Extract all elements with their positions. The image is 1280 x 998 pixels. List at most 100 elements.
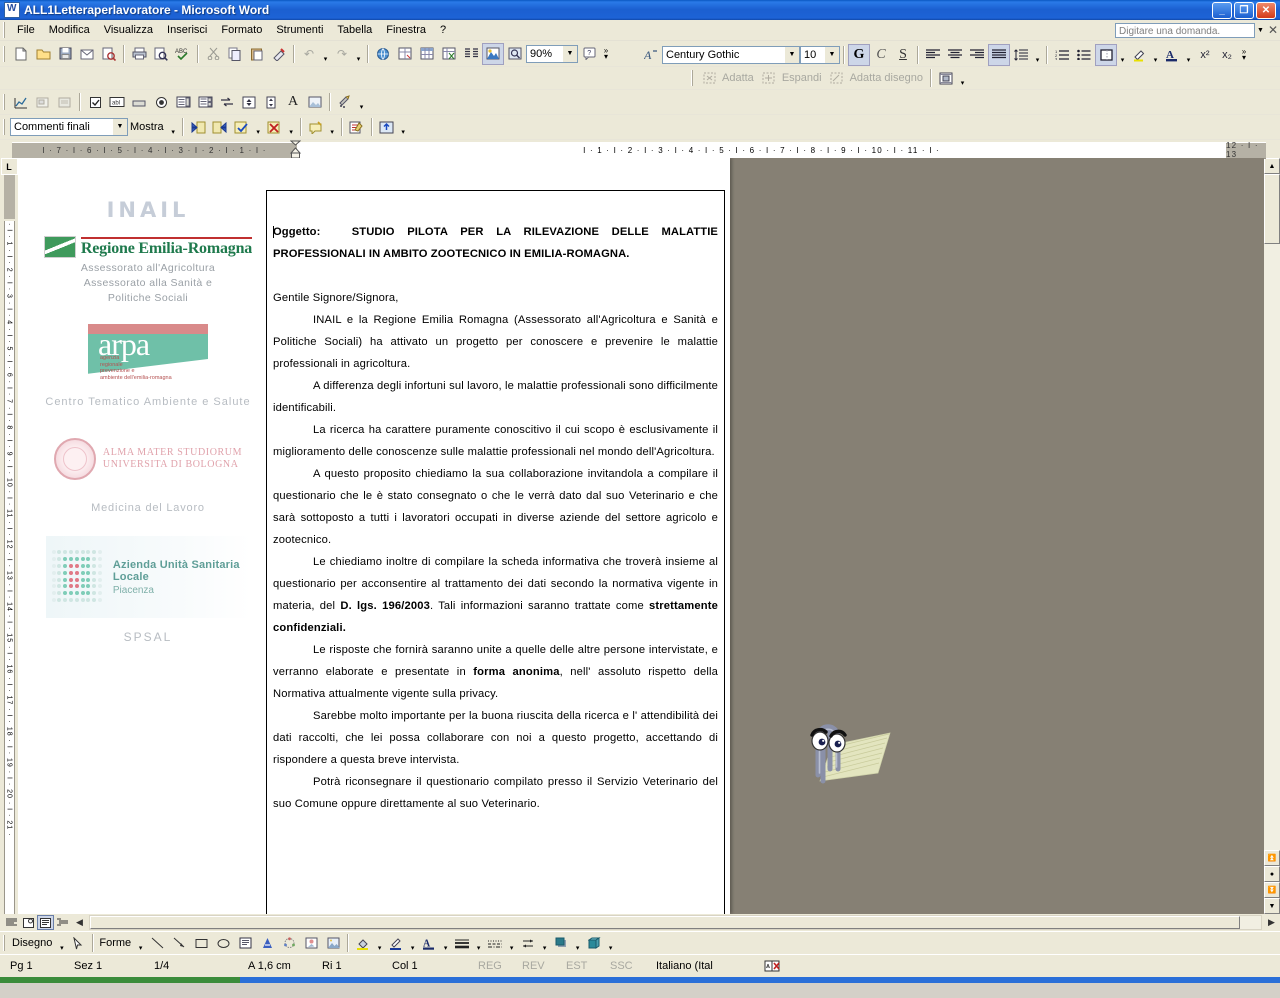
formatting-overflow-icon[interactable]: » ▾ <box>1238 44 1250 66</box>
standard-toolbar-grip[interactable] <box>3 45 7 62</box>
rectangle-icon[interactable] <box>190 932 212 954</box>
fit-drawing-icon[interactable] <box>698 67 720 89</box>
web-layout-view-icon[interactable] <box>20 915 37 930</box>
accept-change-icon[interactable] <box>231 116 253 138</box>
wordart-icon[interactable] <box>256 932 278 954</box>
status-overtype[interactable]: SSC <box>604 960 650 972</box>
line-color-dropdown-icon[interactable]: ▾ <box>407 930 418 956</box>
document-map-icon[interactable] <box>504 43 526 65</box>
email-icon[interactable] <box>76 43 98 65</box>
menu-help[interactable]: ? <box>433 22 453 38</box>
open-folder-icon[interactable] <box>32 43 54 65</box>
3d-style-icon[interactable] <box>583 932 605 954</box>
arrow-style-dropdown-icon[interactable]: ▾ <box>539 930 550 956</box>
draw-dropdown-icon[interactable]: ▾ <box>56 930 67 956</box>
chevron-down-icon[interactable]: ▼ <box>113 119 127 135</box>
drawing-icon[interactable] <box>482 42 504 65</box>
new-comment-icon[interactable] <box>305 116 327 138</box>
highlight-color-icon[interactable] <box>1128 44 1150 66</box>
subscript-button[interactable]: x₂ <box>1216 44 1238 66</box>
horizontal-scroll-track[interactable] <box>89 915 1262 930</box>
scroll-up-button[interactable]: ▲ <box>1264 158 1280 174</box>
redo-icon[interactable]: ↷ <box>331 43 353 65</box>
scroll-control-icon[interactable] <box>260 91 282 113</box>
show-menu-label[interactable]: Mostra <box>128 121 168 133</box>
spelling-status-icon[interactable] <box>758 959 788 973</box>
drawing-toolbar-grip[interactable] <box>3 935 7 951</box>
close-button[interactable]: ✕ <box>1256 1 1276 19</box>
font-color-dropdown-icon[interactable]: ▾ <box>1183 42 1194 68</box>
bullet-list-icon[interactable] <box>1073 44 1095 66</box>
field-shading-icon[interactable] <box>54 91 76 113</box>
reviewing-pane-icon[interactable] <box>376 116 398 138</box>
autoshapes-menu-label[interactable]: Forme <box>97 937 135 949</box>
more-controls-icon[interactable] <box>334 91 356 113</box>
numbered-list-icon[interactable]: 123 <box>1051 44 1073 66</box>
vertical-scroll-thumb[interactable] <box>1264 174 1280 244</box>
checkbox-form-field-icon[interactable] <box>84 91 106 113</box>
label-control-icon[interactable]: A <box>282 91 304 113</box>
print-layout-view-icon[interactable] <box>37 915 54 930</box>
clippy-office-assistant[interactable] <box>790 703 900 798</box>
text-box-icon[interactable] <box>234 932 256 954</box>
text-wrapping-icon[interactable] <box>935 67 957 89</box>
insert-excel-sheet-icon[interactable] <box>438 43 460 65</box>
undo-dropdown-icon[interactable]: ▾ <box>320 41 331 67</box>
reject-change-icon[interactable] <box>264 116 286 138</box>
arrow-icon[interactable] <box>168 932 190 954</box>
new-document-icon[interactable] <box>10 43 32 65</box>
scale-drawing-icon[interactable] <box>826 67 848 89</box>
diagram-icon[interactable] <box>278 932 300 954</box>
line-color-icon[interactable] <box>385 932 407 954</box>
font-color-icon[interactable]: A <box>1161 44 1183 66</box>
reviewing-toolbar-grip[interactable] <box>3 119 7 135</box>
menu-visualizza[interactable]: Visualizza <box>97 22 160 38</box>
more-controls-dropdown-icon[interactable]: ▾ <box>356 89 367 115</box>
normal-view-icon[interactable] <box>3 915 20 930</box>
align-left-icon[interactable] <box>922 44 944 66</box>
line-style-icon[interactable] <box>451 932 473 954</box>
cut-icon[interactable] <box>202 43 224 65</box>
option-button-icon[interactable] <box>150 91 172 113</box>
menu-grip-handle[interactable] <box>3 22 7 38</box>
image-control-icon[interactable] <box>304 91 326 113</box>
menu-strumenti[interactable]: Strumenti <box>269 22 330 38</box>
ruler-right-margin[interactable]: 12 · I · 13 <box>1226 141 1266 159</box>
toggle-grid-icon[interactable] <box>216 91 238 113</box>
print-icon[interactable] <box>128 43 150 65</box>
superscript-button[interactable]: x² <box>1194 44 1216 66</box>
dash-style-dropdown-icon[interactable]: ▾ <box>506 930 517 956</box>
forms-toolbar-grip[interactable] <box>3 94 7 110</box>
horizontal-scroll-thumb[interactable] <box>90 916 1240 929</box>
track-changes-icon[interactable] <box>346 116 368 138</box>
align-center-icon[interactable] <box>944 44 966 66</box>
spellcheck-icon[interactable]: ABC <box>172 43 194 65</box>
drawing-canvas-grip[interactable] <box>691 70 695 86</box>
status-language[interactable]: Italiano (Ital <box>650 960 758 972</box>
italic-button[interactable]: C <box>870 44 892 66</box>
insert-table-icon[interactable] <box>416 43 438 65</box>
menu-file[interactable]: File <box>10 22 42 38</box>
align-right-icon[interactable] <box>966 44 988 66</box>
font-color-dropdown-icon[interactable]: ▾ <box>440 930 451 956</box>
borders-dropdown-icon[interactable]: ▾ <box>1117 42 1128 68</box>
chevron-down-icon[interactable]: ▼ <box>563 45 577 62</box>
scale-drawing-label[interactable]: Adatta disegno <box>848 72 927 84</box>
print-preview-icon[interactable] <box>150 43 172 65</box>
align-justify-icon[interactable] <box>988 43 1010 66</box>
previous-page-button[interactable]: ⏫ <box>1264 850 1280 866</box>
minimize-button[interactable]: _ <box>1212 1 1232 19</box>
letter-body[interactable]: Oggetto: STUDIO PILOTA PER LA RILEVAZION… <box>273 221 718 815</box>
menu-finestra[interactable]: Finestra <box>379 22 433 38</box>
font-size-combo[interactable]: 10 ▼ <box>800 45 840 64</box>
letter-text-frame[interactable]: Oggetto: STUDIO PILOTA PER LA RILEVAZION… <box>266 190 725 914</box>
menu-formato[interactable]: Formato <box>214 22 269 38</box>
shadow-style-icon[interactable] <box>550 932 572 954</box>
vertical-scrollbar[interactable]: ▲ ⏫ ● ⏬ ▼ <box>1264 158 1280 914</box>
left-tab-stop-icon[interactable]: L <box>0 158 18 175</box>
arrow-style-icon[interactable] <box>517 932 539 954</box>
autoshapes-dropdown-icon[interactable]: ▾ <box>135 930 146 956</box>
status-track-changes[interactable]: REV <box>516 960 560 972</box>
scroll-right-button[interactable]: ▶ <box>1263 915 1280 930</box>
undo-icon[interactable]: ↶ <box>298 43 320 65</box>
